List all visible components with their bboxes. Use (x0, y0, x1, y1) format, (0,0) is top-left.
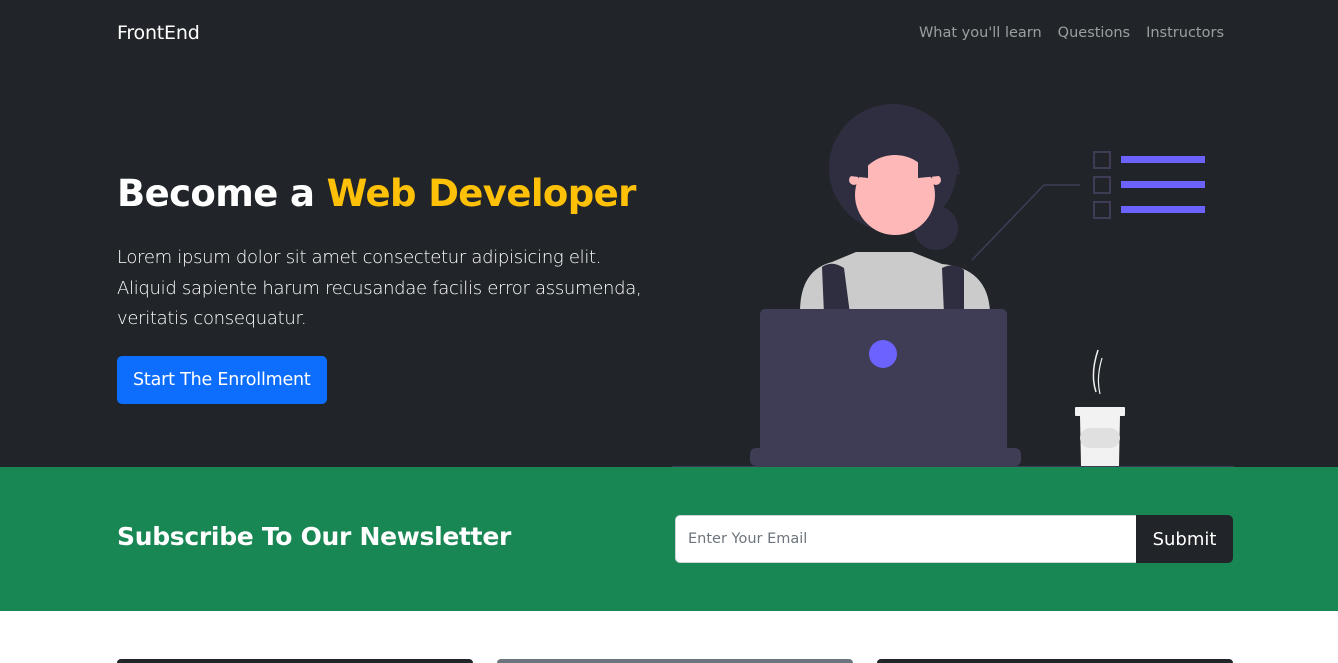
nav-links: What you'll learn Questions Instructors (903, 25, 1224, 41)
card-1 (117, 659, 473, 663)
card-3 (877, 659, 1233, 663)
nav-link-what-youll-learn[interactable]: What you'll learn (919, 25, 1042, 41)
cards-section (0, 611, 1338, 663)
newsletter-title: Subscribe To Our Newsletter (117, 522, 512, 551)
hero-title-accent: Web Developer (326, 172, 637, 215)
card-2 (497, 659, 853, 663)
nav-link-questions[interactable]: Questions (1058, 25, 1130, 41)
newsletter-section: Subscribe To Our Newsletter Submit (0, 467, 1338, 611)
navbar: FrontEnd What you'll learn Questions Ins… (0, 0, 1338, 70)
checklist-graphic (971, 151, 1205, 261)
hero-title-prefix: Become a (117, 172, 327, 215)
coffee-cup-graphic (1075, 349, 1125, 466)
start-enrollment-button[interactable]: Start The Enrollment (117, 356, 327, 404)
brand-link[interactable]: FrontEnd (117, 22, 200, 44)
hero-lead-text: Lorem ipsum dolor sit amet consectetur a… (117, 247, 642, 329)
email-input[interactable] (675, 515, 1137, 563)
hero-section: Become a Web Developer Lorem ipsum dolor… (0, 70, 1338, 467)
nav-link-instructors[interactable]: Instructors (1146, 25, 1224, 41)
submit-button[interactable]: Submit (1136, 515, 1233, 563)
hero-title: Become a Web Developer (117, 172, 636, 215)
developer-illustration (672, 104, 1234, 467)
